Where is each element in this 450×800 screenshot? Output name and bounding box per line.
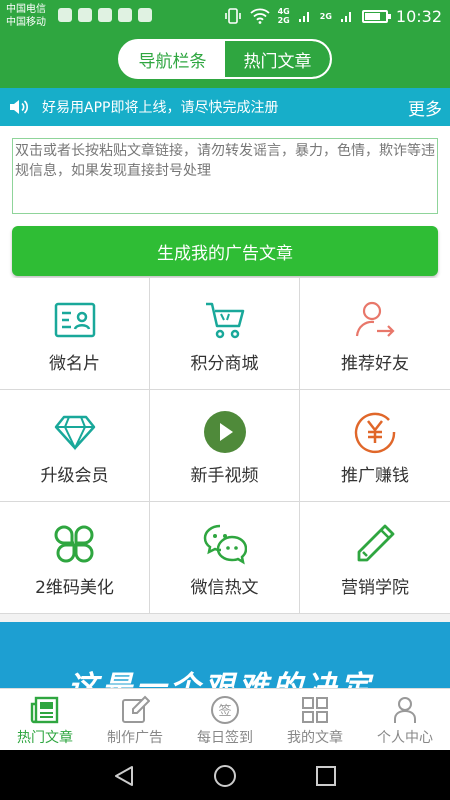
carrier-names: 中国电信 中国移动 — [6, 3, 46, 29]
link-input-section: 生成我的广告文章 — [0, 126, 450, 278]
grid-item-label: 微信热文 — [190, 578, 259, 598]
tab-label: 每日签到 — [197, 730, 253, 746]
tab-make-ad[interactable]: 制作广告 — [90, 689, 180, 750]
network-type-2: 2G — [320, 12, 332, 21]
speaker-icon — [10, 100, 29, 114]
recents-icon[interactable] — [314, 764, 338, 788]
segmented-control: 导航栏条 热门文章 — [118, 39, 332, 79]
tab-label: 热门文章 — [17, 730, 73, 746]
newspaper-icon — [30, 696, 59, 724]
tab-label: 我的文章 — [287, 730, 343, 746]
notification-icons — [58, 8, 152, 22]
app-header: 导航栏条 热门文章 — [0, 32, 450, 88]
signal-icon-1 — [298, 12, 309, 22]
grid-item-label: 升级会员 — [40, 466, 109, 486]
net-4g: 4G — [277, 7, 290, 16]
grid-item-promote-earn[interactable]: 推广赚钱 — [300, 390, 450, 501]
grid-item-label: 微名片 — [49, 354, 100, 374]
pencil-icon — [357, 524, 395, 562]
system-nav-bar — [0, 750, 450, 800]
grid-item-label: 积分商城 — [190, 354, 259, 374]
recommend-friend-icon — [355, 301, 395, 337]
sign-in-icon: 签 — [211, 696, 239, 724]
tab-label: 个人中心 — [377, 730, 433, 746]
notification-game-icon — [138, 8, 152, 22]
vibrate-icon — [224, 8, 241, 24]
carrier-2: 中国移动 — [6, 17, 46, 28]
tab-nav-bar[interactable]: 导航栏条 — [120, 41, 225, 77]
grid-icon — [302, 697, 328, 723]
grid-item-label: 2维码美化 — [35, 578, 114, 598]
grid-item-wechat-hot[interactable]: 微信热文 — [150, 502, 299, 613]
tab-my-articles[interactable]: 我的文章 — [270, 689, 360, 750]
wifi-icon — [249, 8, 270, 24]
generate-ad-article-button[interactable]: 生成我的广告文章 — [12, 226, 438, 276]
grid-item-points-mall[interactable]: 积分商城 — [150, 278, 299, 389]
notification-browser-icon — [98, 8, 112, 22]
shopping-cart-icon — [205, 302, 244, 339]
grid-item-label: 推荐好友 — [341, 354, 409, 374]
net2-2g: 2G — [319, 11, 332, 21]
diamond-icon — [54, 415, 95, 451]
grid-item-marketing-academy[interactable]: 营销学院 — [300, 502, 450, 613]
battery-icon — [361, 9, 391, 23]
home-icon[interactable] — [213, 764, 237, 788]
net-2g: 2G — [277, 16, 290, 25]
network-type-1: 4G 2G — [278, 7, 290, 25]
notification-message-icon — [78, 8, 92, 22]
grid-item-recommend-friend[interactable]: 推荐好友 — [300, 278, 450, 389]
grid-item-label: 营销学院 — [341, 578, 409, 598]
tab-label: 制作广告 — [107, 730, 163, 746]
grid-item-label: 新手视频 — [190, 466, 259, 486]
carrier-1: 中国电信 — [6, 4, 46, 15]
yen-coin-icon — [354, 412, 396, 454]
svg-text:签: 签 — [218, 703, 231, 719]
notification-gallery-icon — [118, 8, 132, 22]
tab-hot-articles-bottom[interactable]: 热门文章 — [0, 689, 90, 750]
notice-text: 好易用APP即将上线，请尽快完成注册 — [42, 100, 279, 116]
edit-icon — [122, 695, 150, 723]
notice-bar: 好易用APP即将上线，请尽快完成注册 更多 — [0, 88, 450, 126]
feature-grid: 微名片 积分商城 推荐好友 升级会员 新手视频 推广赚钱 2维码美化 微信热文 … — [0, 278, 450, 614]
tab-daily-checkin[interactable]: 签 每日签到 — [180, 689, 270, 750]
banner-text: 这是一个艰难的决定 — [68, 670, 374, 688]
status-bar: 中国电信 中国移动 4G 2G 2G 10:32 — [0, 0, 450, 32]
bottom-tab-bar: 热门文章 制作广告 签 每日签到 我的文章 个人中心 — [0, 688, 450, 750]
play-video-icon — [203, 411, 246, 453]
grid-item-upgrade-member[interactable]: 升级会员 — [0, 390, 149, 501]
clock: 10:32 — [395, 6, 442, 26]
tab-personal-center[interactable]: 个人中心 — [360, 689, 450, 750]
business-card-icon — [54, 302, 95, 338]
tab-hot-articles[interactable]: 热门文章 — [225, 41, 330, 77]
status-right: 4G 2G 2G 10:32 — [224, 0, 442, 32]
user-icon — [394, 697, 416, 723]
signal-icon-2 — [340, 12, 351, 22]
promo-banner[interactable]: 这是一个艰难的决定 — [0, 622, 450, 688]
grid-item-label: 推广赚钱 — [341, 466, 409, 486]
notification-app-icon — [58, 8, 72, 22]
grid-item-qr-beautify[interactable]: 2维码美化 — [0, 502, 149, 613]
qr-beautify-icon — [54, 525, 93, 563]
grid-item-business-card[interactable]: 微名片 — [0, 278, 149, 389]
article-link-input[interactable] — [12, 138, 438, 214]
wechat-icon — [203, 524, 247, 565]
grid-item-newbie-video[interactable]: 新手视频 — [150, 390, 299, 501]
back-icon[interactable] — [112, 764, 136, 788]
notice-more-link[interactable]: 更多 — [408, 95, 442, 120]
